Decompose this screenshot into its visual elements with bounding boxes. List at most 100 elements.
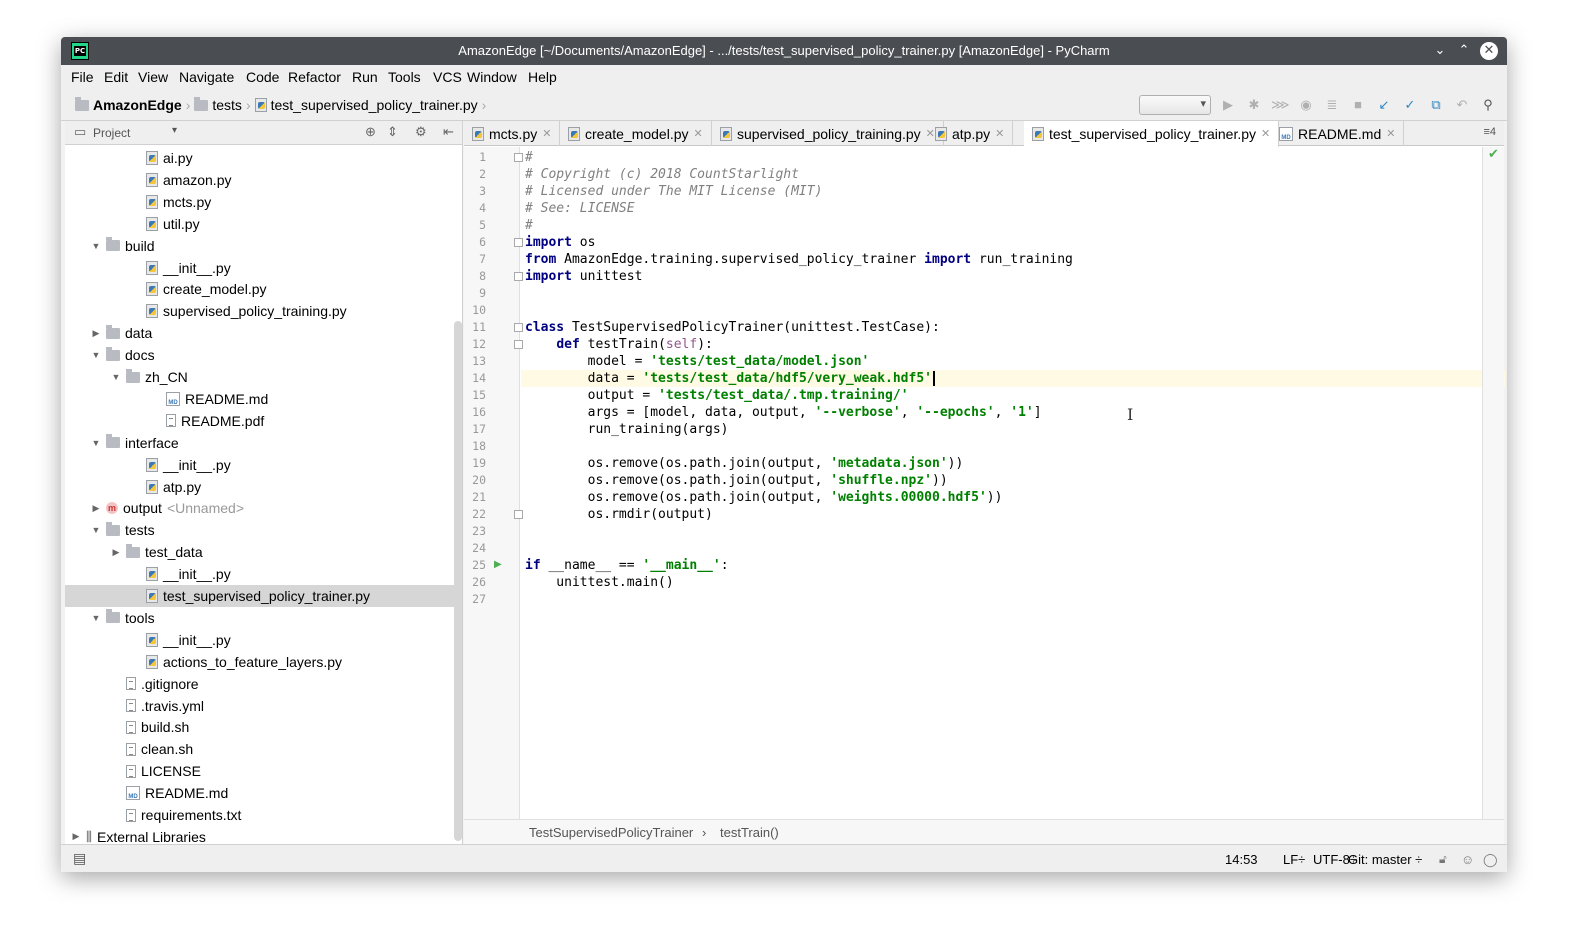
debug-icon[interactable]: ✱: [1245, 96, 1263, 114]
menu-vcs[interactable]: VCS: [433, 69, 462, 85]
tree-item[interactable]: ▶ m output <Unnamed>: [65, 497, 455, 519]
gear-icon[interactable]: ⚙: [415, 124, 427, 140]
editor-breadcrumb-method[interactable]: testTrain(): [720, 825, 779, 840]
tree-item[interactable]: requirements.txt: [65, 804, 455, 826]
breadcrumb-file[interactable]: test_supervised_policy_trainer.py: [271, 97, 478, 113]
menu-view[interactable]: View: [138, 69, 168, 85]
close-tab-icon[interactable]: ✕: [694, 127, 703, 140]
tree-item[interactable]: MD README.md: [65, 782, 455, 804]
tree-item[interactable]: ai.py: [65, 147, 455, 169]
expand-arrow-icon[interactable]: ▼: [91, 350, 101, 360]
tree-item[interactable]: ▼ build: [65, 235, 455, 257]
close-tab-icon[interactable]: ✕: [995, 127, 1004, 140]
menu-refactor[interactable]: Refactor: [288, 69, 341, 85]
breadcrumb-project[interactable]: AmazonEdge: [93, 97, 182, 113]
vcs-commit-icon[interactable]: ✓: [1401, 96, 1419, 114]
hide-icon[interactable]: ⇤: [443, 124, 454, 140]
caret-position[interactable]: 14:53: [1225, 852, 1258, 867]
tree-item[interactable]: supervised_policy_training.py: [65, 300, 455, 322]
revert-icon[interactable]: ↶: [1453, 96, 1471, 114]
collapse-arrow-icon[interactable]: ▶: [111, 547, 121, 558]
menu-help[interactable]: Help: [528, 69, 557, 85]
close-tab-icon[interactable]: ✕: [1261, 127, 1270, 140]
editor-tab[interactable]: create_model.py ✕: [560, 121, 712, 146]
notifications-icon[interactable]: ◯: [1483, 852, 1498, 868]
locate-icon[interactable]: ⊕: [365, 124, 376, 140]
git-branch[interactable]: Git: master ÷: [1348, 852, 1422, 867]
vcs-update-icon[interactable]: ↙: [1375, 96, 1393, 114]
stop-icon[interactable]: ■: [1349, 96, 1367, 114]
close-icon[interactable]: ✕: [1480, 42, 1498, 60]
tree-item[interactable]: create_model.py: [65, 278, 455, 300]
chevron-down-icon[interactable]: ▾: [172, 125, 177, 136]
coverage-icon[interactable]: ⋙: [1271, 96, 1290, 114]
code-area[interactable]: # # Copyright (c) 2018 CountStarlight # Li…: [521, 147, 1505, 819]
tree-item[interactable]: ▶ test_data: [65, 541, 455, 563]
tree-item[interactable]: atp.py: [65, 476, 455, 498]
tree-item[interactable]: mcts.py: [65, 191, 455, 213]
expand-arrow-icon[interactable]: ▼: [91, 613, 101, 623]
tree-item[interactable]: test_supervised_policy_trainer.py: [65, 585, 455, 607]
menu-navigate[interactable]: Navigate: [179, 69, 234, 85]
tree-item[interactable]: ▼ tools: [65, 607, 455, 629]
collapse-arrow-icon[interactable]: ▶: [91, 503, 101, 514]
tree-item[interactable]: __init__.py: [65, 629, 455, 651]
editor-breadcrumb-class[interactable]: TestSupervisedPolicyTrainer: [529, 825, 693, 840]
tree-item[interactable]: MD README.md: [65, 388, 455, 410]
editor-tab[interactable]: MD README.md ✕: [1271, 121, 1405, 146]
menu-code[interactable]: Code: [246, 69, 279, 85]
editor-tab[interactable]: test_supervised_policy_trainer.py ✕: [1024, 121, 1280, 147]
expand-arrow-icon[interactable]: ▼: [91, 241, 101, 251]
tree-item[interactable]: ▼ zh_CN: [65, 366, 455, 388]
tree-item[interactable]: __init__.py: [65, 257, 455, 279]
tree-item[interactable]: ▼ docs: [65, 344, 455, 366]
vcs-history-icon[interactable]: ⧉: [1427, 96, 1445, 114]
run-gutter-icon[interactable]: ▶: [494, 559, 502, 570]
menu-window[interactable]: Window: [467, 69, 517, 85]
scrollbar[interactable]: [454, 321, 462, 841]
maximize-icon[interactable]: ⌃: [1455, 42, 1473, 60]
tree-item[interactable]: __init__.py: [65, 454, 455, 476]
expand-arrow-icon[interactable]: ▼: [91, 525, 101, 535]
tree-item[interactable]: .travis.yml: [65, 695, 455, 717]
tree-item[interactable]: .gitignore: [65, 673, 455, 695]
menu-tools[interactable]: Tools: [388, 69, 421, 85]
editor-tab[interactable]: atp.py ✕: [927, 121, 1014, 146]
lock-icon[interactable]: 🔓︎: [1439, 852, 1447, 867]
tree-item[interactable]: amazon.py: [65, 169, 455, 191]
tree-item[interactable]: ▼ interface: [65, 432, 455, 454]
collapse-icon[interactable]: ⇕: [387, 124, 398, 140]
collapse-arrow-icon[interactable]: ▶: [71, 831, 81, 842]
profile-icon[interactable]: ◉: [1297, 96, 1315, 114]
minimize-icon[interactable]: ⌄: [1431, 42, 1449, 60]
tree-item[interactable]: LICENSE: [65, 760, 455, 782]
inspector-icon[interactable]: ☺: [1461, 852, 1474, 867]
tree-item[interactable]: README.pdf: [65, 410, 455, 432]
tree-item[interactable]: clean.sh: [65, 738, 455, 760]
line-separator[interactable]: LF÷: [1283, 852, 1305, 867]
run-config-select[interactable]: [1139, 95, 1211, 115]
tree-item[interactable]: ▼ tests: [65, 519, 455, 541]
search-icon[interactable]: ⚲: [1479, 96, 1497, 114]
concurrency-icon[interactable]: ≣: [1323, 96, 1341, 114]
tree-item[interactable]: ▶ data: [65, 322, 455, 344]
expand-arrow-icon[interactable]: ▼: [91, 438, 101, 448]
editor-tab[interactable]: supervised_policy_training.py ✕: [712, 121, 944, 146]
run-icon[interactable]: ▶: [1219, 96, 1237, 114]
menu-edit[interactable]: Edit: [104, 69, 128, 85]
tree-item[interactable]: actions_to_feature_layers.py: [65, 651, 455, 673]
expand-arrow-icon[interactable]: ▼: [111, 372, 121, 382]
tree-item[interactable]: __init__.py: [65, 563, 455, 585]
close-tab-icon[interactable]: ✕: [1386, 127, 1395, 140]
collapse-arrow-icon[interactable]: ▶: [91, 328, 101, 339]
tree-item[interactable]: build.sh: [65, 716, 455, 738]
breadcrumb-folder[interactable]: tests: [212, 97, 242, 113]
menu-run[interactable]: Run: [352, 69, 378, 85]
close-tab-icon[interactable]: ✕: [542, 127, 551, 140]
tab-overflow[interactable]: ≡4: [1483, 126, 1496, 138]
project-view-label[interactable]: Project: [93, 126, 130, 140]
editor-tab[interactable]: mcts.py ✕: [464, 121, 561, 146]
toggle-tool-windows-icon[interactable]: ▤: [73, 850, 86, 867]
menu-file[interactable]: File: [71, 69, 94, 85]
tree-item[interactable]: util.py: [65, 213, 455, 235]
